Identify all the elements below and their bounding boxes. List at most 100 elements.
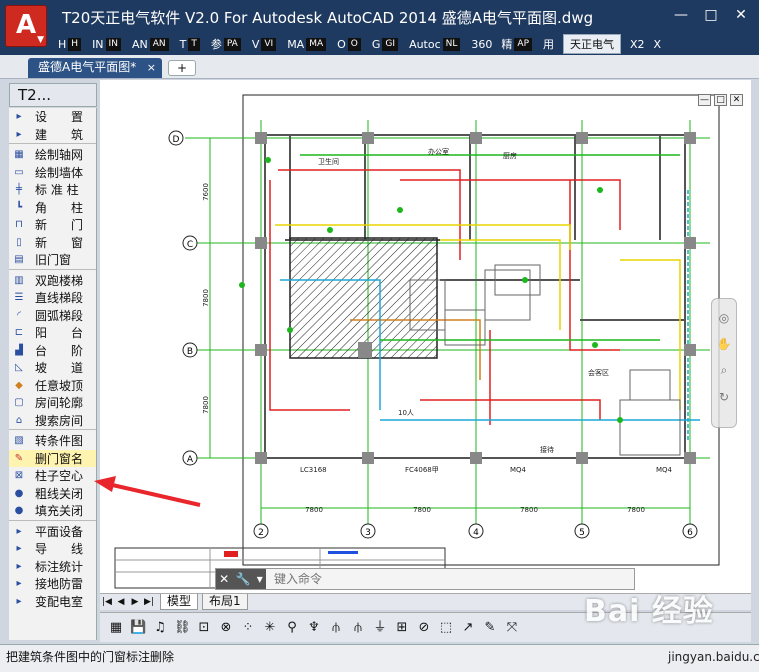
close-icon[interactable]: × bbox=[147, 58, 156, 77]
keytip-badge: T bbox=[188, 37, 200, 51]
circle-icon[interactable]: ⊗ bbox=[218, 619, 234, 637]
link-icon[interactable]: ⛓ bbox=[174, 619, 191, 637]
ribbon-tab[interactable]: MA MA bbox=[287, 37, 328, 51]
command-line: ✕ 🔧 ▾ bbox=[215, 568, 635, 590]
audio-icon[interactable]: ♫ bbox=[152, 619, 168, 637]
palette-item[interactable]: ▸ 建 筑 bbox=[9, 126, 96, 144]
palette-item-label: 柱子空心 bbox=[35, 469, 84, 484]
palette-item[interactable]: ▸ 接地防雷 bbox=[9, 575, 96, 593]
drawing-canvas[interactable]: D C B A 2 3 4 5 6 7800 7800 7800 7800 76… bbox=[100, 80, 751, 593]
ribbon-tab[interactable]: X bbox=[654, 38, 662, 51]
palette-item[interactable]: ▢ 房间轮廓 bbox=[9, 394, 96, 412]
ribbon-tab[interactable]: Autoc NL bbox=[409, 37, 462, 51]
palette-item[interactable]: ⊓ 新 门 bbox=[9, 216, 96, 234]
row-dim: 7800 bbox=[202, 396, 210, 414]
pan-hand-icon[interactable]: ✋ bbox=[712, 337, 736, 351]
axis-col-label: 2 bbox=[258, 528, 264, 538]
ribbon-tab[interactable]: 精 AP bbox=[501, 36, 534, 52]
palette-item[interactable]: ● 粗线关闭 bbox=[9, 485, 96, 503]
viewport-restore-button[interactable]: □ bbox=[714, 94, 727, 106]
palette-item[interactable]: ▸ 设 置 bbox=[9, 108, 96, 126]
ceiling-icon[interactable]: ⫛ bbox=[328, 619, 344, 637]
palette-item[interactable]: ✎ 删门窗名 bbox=[9, 449, 96, 467]
switch-icon[interactable]: ⏚ bbox=[372, 619, 388, 637]
viewport-minimize-button[interactable]: — bbox=[698, 94, 711, 106]
first-layout-button[interactable]: |◀ bbox=[100, 597, 114, 607]
tab-model[interactable]: 模型 bbox=[160, 594, 199, 610]
triangle-icon: ▸ bbox=[16, 543, 22, 555]
next-layout-button[interactable]: ▶ bbox=[128, 597, 142, 607]
palette-item[interactable]: ● 填充关闭 bbox=[9, 502, 96, 520]
door-icon: ⊓ bbox=[15, 219, 23, 231]
last-layout-button[interactable]: ▶| bbox=[142, 597, 156, 607]
pin-icon[interactable]: ⚲ bbox=[284, 619, 300, 637]
label-text: MQ4 bbox=[656, 466, 673, 474]
dots-icon[interactable]: ⁘ bbox=[240, 619, 256, 637]
wrench-icon[interactable]: 🔧 bbox=[236, 572, 251, 586]
palette-item[interactable]: ▦ 绘制轴网 bbox=[9, 146, 96, 164]
prev-layout-button[interactable]: ◀ bbox=[114, 597, 128, 607]
ribbon-tab[interactable]: TT bbox=[180, 37, 202, 51]
ribbon-tab[interactable]: AN AN bbox=[132, 37, 171, 51]
palette-item[interactable]: ▥ 双跑楼梯 bbox=[9, 272, 96, 290]
palette-item[interactable]: ▸ 导 线 bbox=[9, 540, 96, 558]
palette-item[interactable]: ☰ 直线梯段 bbox=[9, 289, 96, 307]
steering-wheel-icon[interactable]: ◎ bbox=[712, 311, 736, 325]
arrow-icon[interactable]: ↗ bbox=[460, 619, 476, 637]
ribbon-tab[interactable]: 天正电气 bbox=[563, 34, 621, 54]
palette-item[interactable]: ▯ 新 窗 bbox=[9, 234, 96, 252]
orbit-icon[interactable]: ↻ bbox=[712, 390, 736, 404]
palette-item[interactable]: ▤ 旧门窗 bbox=[9, 251, 96, 269]
new-tab-button[interactable]: + bbox=[168, 60, 196, 76]
keytip-badge: AN bbox=[149, 37, 169, 51]
ribbon-tab[interactable]: 参 PA bbox=[211, 36, 243, 52]
palette-item[interactable]: ⌂ 搜索房间 bbox=[9, 412, 96, 430]
close-button[interactable]: ✕ bbox=[729, 4, 753, 26]
move-icon[interactable]: ⤧ bbox=[504, 619, 520, 637]
palette-item[interactable]: ◆ 任意坡顶 bbox=[9, 377, 96, 395]
ribbon-tab[interactable]: 360 bbox=[471, 38, 492, 51]
tab-layout1[interactable]: 布局1 bbox=[202, 594, 248, 610]
palette-item[interactable]: ▭ 绘制墙体 bbox=[9, 164, 96, 182]
lamp-icon[interactable]: ♆ bbox=[306, 619, 322, 637]
chevron-down-icon: ▼ bbox=[37, 35, 44, 45]
ribbon-tab[interactable]: G GI bbox=[372, 37, 400, 51]
document-tab[interactable]: 盛德A电气平面图* × bbox=[28, 58, 162, 78]
minimize-button[interactable]: — bbox=[669, 4, 693, 26]
maximize-button[interactable]: □ bbox=[699, 4, 723, 26]
snap-icon[interactable]: ⊡ bbox=[196, 619, 212, 637]
close-icon[interactable]: ✕ bbox=[219, 572, 229, 586]
grid2-icon[interactable]: ⊞ bbox=[394, 619, 410, 637]
palette-title[interactable]: T2... bbox=[9, 83, 97, 107]
viewport-close-button[interactable]: ✕ bbox=[730, 94, 743, 106]
layers-icon[interactable]: ▦ bbox=[108, 619, 124, 637]
ribbon-tab[interactable]: HH bbox=[58, 37, 83, 51]
magnify-icon[interactable]: ⊘ bbox=[416, 619, 432, 637]
navigation-bar[interactable]: ◎ ✋ ⌕ ↻ bbox=[711, 298, 737, 428]
palette-item[interactable]: ▟ 台 阶 bbox=[9, 342, 96, 360]
ribbon-tab[interactable]: IN IN bbox=[92, 37, 123, 51]
ribbon-tab[interactable]: X2 bbox=[630, 38, 645, 51]
autocad-app-button[interactable]: A ▼ bbox=[5, 5, 47, 47]
chevron-down-icon[interactable]: ▾ bbox=[257, 572, 263, 586]
palette-item[interactable]: ╪ 标 准 柱 bbox=[9, 181, 96, 199]
palette-item[interactable]: ⊏ 阳 台 bbox=[9, 324, 96, 342]
light-icon[interactable]: ✳ bbox=[262, 619, 278, 637]
ribbon-tab[interactable]: 用 bbox=[543, 36, 554, 52]
ribbon-tab[interactable]: V VI bbox=[252, 37, 278, 51]
palette-item[interactable]: ▸ 变配电室 bbox=[9, 593, 96, 611]
ribbon-tab[interactable]: OO bbox=[337, 37, 363, 51]
save-icon[interactable]: 💾 bbox=[130, 619, 146, 637]
zoom-icon[interactable]: ⌕ bbox=[712, 363, 736, 378]
palette-item[interactable]: ┗ 角 柱 bbox=[9, 199, 96, 217]
palette-item[interactable]: ▸ 标注统计 bbox=[9, 558, 96, 576]
select-icon[interactable]: ⬚ bbox=[438, 619, 454, 637]
palette-item[interactable]: ◜ 圆弧梯段 bbox=[9, 307, 96, 325]
ceiling-icon[interactable]: ⫛ bbox=[350, 619, 366, 637]
palette-item[interactable]: ◺ 坡 道 bbox=[9, 359, 96, 377]
palette-item[interactable]: ▧ 转条件图 bbox=[9, 432, 96, 450]
command-input[interactable] bbox=[274, 572, 614, 586]
edit-icon[interactable]: ✎ bbox=[482, 619, 498, 637]
palette-item[interactable]: ⊠ 柱子空心 bbox=[9, 467, 96, 485]
palette-item[interactable]: ▸ 平面设备 bbox=[9, 523, 96, 541]
